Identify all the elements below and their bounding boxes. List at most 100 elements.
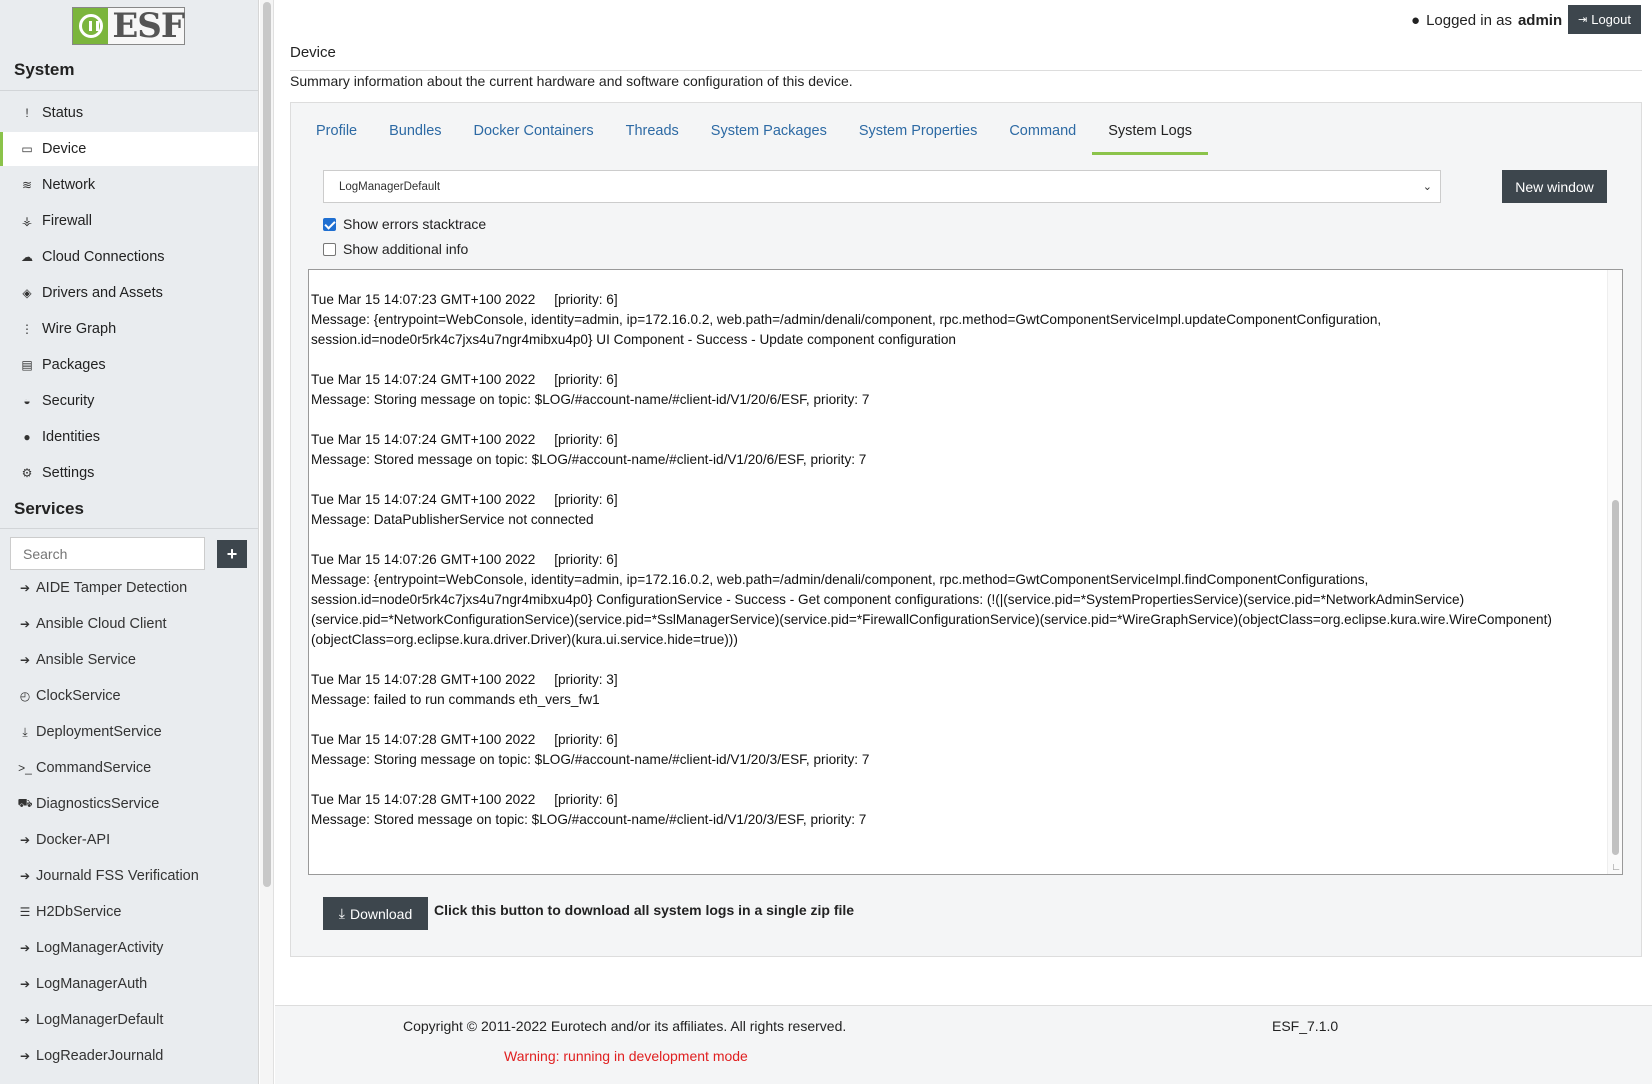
download-icon: ⤓ [22, 724, 28, 739]
show-additional-option[interactable]: Show additional info [323, 239, 468, 259]
log-entry-line: Message: Storing message on topic: $LOG/… [311, 752, 870, 767]
log-textarea[interactable]: Tue Mar 15 14:07:23 GMT+100 2022 [priori… [308, 269, 1623, 875]
log-entry-line: session.id=node0r5rk4c7jxs4u7ngr4mibxu4p… [311, 592, 1465, 607]
service-item-label: LogManagerDefault [36, 1012, 164, 1028]
exclamation-icon: ! [25, 106, 29, 120]
show-additional-checkbox[interactable] [323, 242, 336, 256]
log-entry-line: session.id=node0r5rk4c7jxs4u7ngr4mibxu4p… [311, 332, 956, 347]
sidebar-item-status[interactable]: ! Status [0, 96, 258, 130]
log-entry-header: Tue Mar 15 14:07:28 GMT+100 2022 [priori… [311, 672, 618, 687]
show-stacktrace-checkbox[interactable] [323, 217, 336, 231]
service-item-clockservice[interactable]: ◴ ClockService [0, 679, 258, 713]
sidebar-item-label: Wire Graph [42, 321, 117, 337]
services-search-input[interactable] [10, 537, 205, 570]
service-item-label: DiagnosticsService [36, 796, 160, 812]
gear-icon: ⚙ [21, 466, 33, 480]
log-entry-line: Message: Storing message on topic: $LOG/… [311, 392, 870, 407]
tab-system-packages[interactable]: System Packages [695, 115, 843, 155]
shield-icon: ◒ [23, 394, 31, 408]
log-entry: Tue Mar 15 14:07:28 GMT+100 2022 [priori… [311, 730, 1601, 770]
logout-label: Logout [1591, 12, 1631, 27]
log-scrollbar-thumb[interactable] [1612, 500, 1619, 855]
divider [0, 90, 258, 91]
chevron-circle-icon: ➔ [19, 941, 31, 955]
sidebar-item-wire-graph[interactable]: ⋮ Wire Graph [0, 312, 258, 346]
service-item-journald-fss-verification[interactable]: ➔ Journald FSS Verification [0, 859, 258, 893]
show-stacktrace-option[interactable]: Show errors stacktrace [323, 214, 486, 234]
service-item-label: DeploymentService [36, 724, 162, 740]
service-item-logmanageractivity[interactable]: ➔ LogManagerActivity [0, 931, 258, 965]
sidebar-item-packages[interactable]: ▤ Packages [0, 348, 258, 382]
service-item-aide-tamper-detection[interactable]: ➔ AIDE Tamper Detection [0, 571, 258, 605]
sidebar-item-network[interactable]: ≋ Network [0, 168, 258, 202]
service-item-label: LogReaderJournald [36, 1048, 164, 1064]
chevron-circle-icon: ➔ [19, 1049, 31, 1063]
dev-mode-warning: Warning: running in development mode [504, 1048, 748, 1064]
tab-bar: Profile Bundles Docker Containers Threads Sy… [300, 115, 1209, 155]
download-logs-button[interactable]: ⤓ Download [323, 897, 428, 930]
log-source-select[interactable]: LogManagerDefault ⌄ [323, 170, 1441, 203]
log-entry-line: (service.pid=*NetworkConfigurationServic… [311, 612, 1552, 627]
sidebar-item-drivers-and-assets[interactable]: ◈ Drivers and Assets [0, 276, 258, 310]
service-item-docker-api[interactable]: ➔ Docker-API [0, 823, 258, 857]
user-icon: ● [23, 430, 31, 444]
service-item-deploymentservice[interactable]: ⤓ DeploymentService [0, 715, 258, 749]
log-entry: Tue Mar 15 14:07:23 GMT+100 2022 [priori… [311, 290, 1601, 350]
log-entry: Tue Mar 15 14:07:24 GMT+100 2022 [priori… [311, 490, 1601, 530]
log-scrollbar[interactable] [1607, 270, 1622, 874]
sitemap-icon: ⋮ [21, 322, 33, 336]
sidebar-item-security[interactable]: ◒ Security [0, 384, 258, 418]
page-description: Summary information about the current ha… [290, 73, 853, 89]
sidebar-item-label: Device [42, 141, 87, 157]
tab-docker-containers[interactable]: Docker Containers [458, 115, 610, 155]
service-item-diagnosticsservice[interactable]: ⛟ DiagnosticsService [0, 787, 258, 821]
sidebar-item-firewall[interactable]: ⚶ Firewall [0, 204, 258, 238]
tab-system-logs[interactable]: System Logs [1092, 115, 1209, 155]
log-entry-line: (objectClass=org.eclipse.kura.driver.Dri… [311, 632, 738, 647]
service-item-label: ClockService [36, 688, 121, 704]
service-item-logmanagerauth[interactable]: ➔ LogManagerAuth [0, 967, 258, 1001]
service-item-ansible-cloud-client[interactable]: ➔ Ansible Cloud Client [0, 607, 258, 641]
tab-bundles[interactable]: Bundles [373, 115, 457, 155]
tab-threads[interactable]: Threads [610, 115, 695, 155]
service-item-label: LogManagerActivity [36, 940, 164, 956]
sign-out-icon: ⇥ [1578, 14, 1588, 26]
chevron-circle-icon: ➔ [19, 869, 31, 883]
service-item-h2dbservice[interactable]: ☰ H2DbService [0, 895, 258, 929]
logo-mark-icon [73, 8, 109, 44]
chevron-circle-icon: ➔ [19, 833, 31, 847]
resize-grip-icon[interactable]: ∟ [1611, 862, 1621, 873]
tab-command[interactable]: Command [993, 115, 1092, 155]
service-item-logreaderjournald[interactable]: ➔ LogReaderJournald [0, 1039, 258, 1073]
sidebar-item-device[interactable]: ▭ Device [0, 132, 258, 166]
service-item-ansible-service[interactable]: ➔ Ansible Service [0, 643, 258, 677]
clock-icon: ◴ [19, 689, 31, 703]
cloud-icon: ☁ [21, 250, 33, 264]
add-service-button[interactable]: + [217, 540, 247, 568]
fire-icon: ⚶ [21, 214, 33, 228]
sidebar-scrollbar[interactable] [260, 0, 274, 1084]
database-icon: ☰ [19, 905, 31, 919]
service-item-commandservice[interactable]: >_ CommandService [0, 751, 258, 785]
service-item-label: LogManagerAuth [36, 976, 148, 992]
tab-profile[interactable]: Profile [300, 115, 373, 155]
show-additional-label: Show additional info [343, 241, 469, 257]
service-item-label: H2DbService [36, 904, 122, 920]
log-entry: Tue Mar 15 14:07:24 GMT+100 2022 [priori… [311, 370, 1601, 410]
log-entry-header: Tue Mar 15 14:07:28 GMT+100 2022 [priori… [311, 732, 618, 747]
new-window-button[interactable]: New window [1502, 170, 1607, 203]
sidebar-item-label: Cloud Connections [42, 249, 165, 265]
divider [0, 528, 258, 529]
esf-logo[interactable]: ESF [72, 7, 185, 45]
sidebar-item-identities[interactable]: ● Identities [0, 420, 258, 454]
logo-text: ESF [112, 6, 185, 46]
username: admin [1517, 11, 1563, 29]
ambulance-icon: ⛟ [17, 796, 33, 810]
logout-button[interactable]: ⇥ Logout [1568, 5, 1641, 34]
sidebar-item-settings[interactable]: ⚙ Settings [0, 456, 258, 490]
sidebar-scrollbar-thumb[interactable] [263, 2, 271, 887]
service-item-logmanagerdefault[interactable]: ➔ LogManagerDefault [0, 1003, 258, 1037]
sidebar-item-cloud-connections[interactable]: ☁ Cloud Connections [0, 240, 258, 274]
chevron-circle-icon: ➔ [19, 581, 31, 595]
tab-system-properties[interactable]: System Properties [843, 115, 993, 155]
